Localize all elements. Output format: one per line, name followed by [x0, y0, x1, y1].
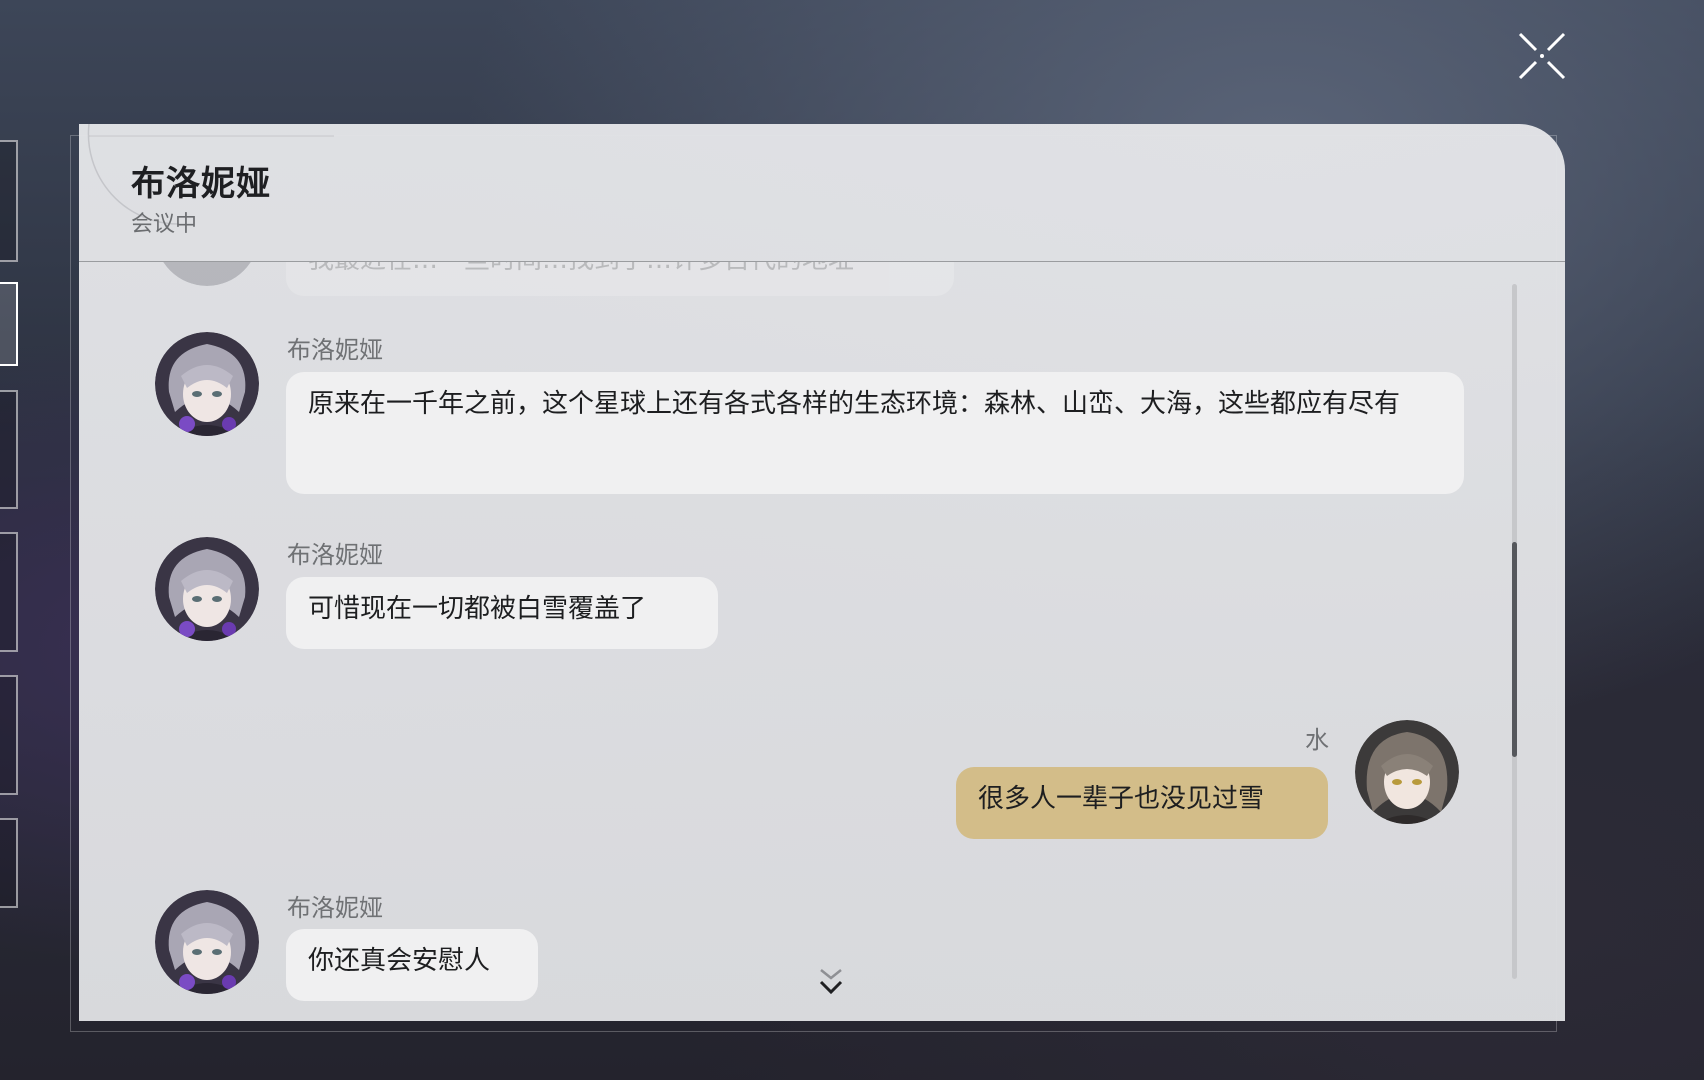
message-bubble: 原来在一千年之前，这个星球上还有各式各样的生态环境：森林、山峦、大海，这些都应有…	[286, 372, 1464, 494]
sender-name: 布洛妮娅	[287, 894, 383, 922]
avatar[interactable]	[155, 890, 259, 994]
avatar	[155, 262, 259, 286]
scrollbar-thumb[interactable]	[1512, 542, 1517, 757]
message-bubble: 可惜现在一切都被白雪覆盖了	[286, 577, 718, 649]
chat-status: 会议中	[131, 212, 198, 237]
close-icon	[1518, 32, 1566, 80]
avatar-self[interactable]	[1355, 720, 1459, 824]
double-chevron-down-icon	[819, 969, 843, 995]
chat-header: 布洛妮娅 会议中	[79, 124, 1565, 262]
side-tab[interactable]	[0, 675, 18, 795]
side-tab[interactable]	[0, 140, 18, 262]
close-button[interactable]	[1516, 30, 1568, 82]
side-tab[interactable]	[0, 532, 18, 652]
message-bubble-self: 很多人一辈子也没见过雪	[956, 767, 1328, 839]
avatar[interactable]	[155, 332, 259, 436]
sender-name: 布洛妮娅	[287, 541, 383, 569]
message-bubble: 我最近在…一些时间…找到了…许多古代的地址	[286, 262, 954, 296]
sender-name: 水	[1305, 726, 1329, 754]
avatar[interactable]	[155, 537, 259, 641]
message-bubble: 你还真会安慰人	[286, 929, 538, 1001]
side-tab[interactable]	[0, 818, 18, 908]
scrollbar-track[interactable]	[1512, 284, 1517, 979]
side-tab[interactable]	[0, 390, 18, 509]
chat-panel: 布洛妮娅 会议中 我最近在…一些时间…找到了…许多古代的地址	[79, 124, 1565, 1021]
message-list[interactable]: 我最近在…一些时间…找到了…许多古代的地址 布洛妮娅 原来在一千年之前，这个星球…	[79, 262, 1499, 1021]
scroll-down-button[interactable]	[815, 962, 847, 1002]
chat-title: 布洛妮娅	[131, 164, 271, 204]
side-tab-active[interactable]	[0, 282, 18, 366]
sender-name: 布洛妮娅	[287, 336, 383, 364]
